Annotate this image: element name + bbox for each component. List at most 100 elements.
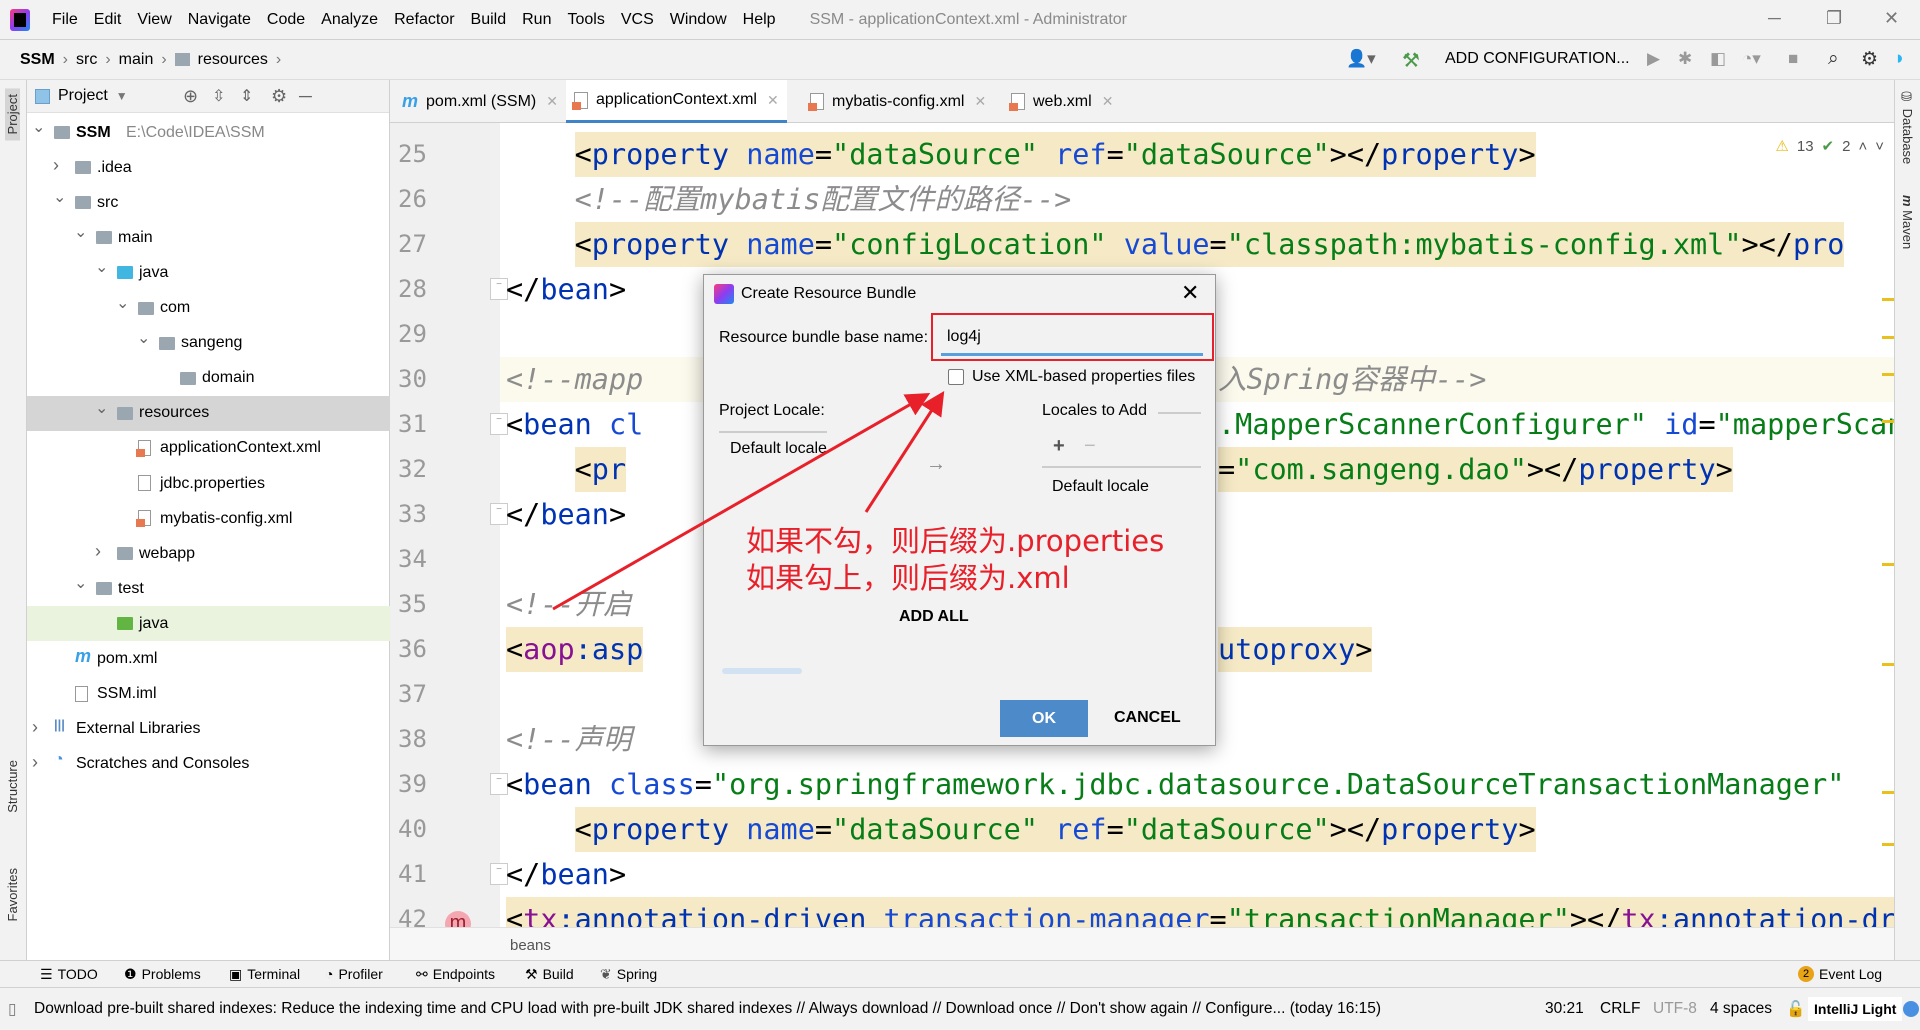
tree-item[interactable]: java [27, 606, 390, 642]
tree-item[interactable]: ⌄ src [27, 185, 390, 220]
tree-item[interactable]: › .idea [27, 150, 390, 185]
chevron-down-icon[interactable]: ⌄ [53, 187, 66, 207]
tree-item[interactable]: mybatis-config.xml [27, 501, 390, 536]
structure-tool-button[interactable]: Structure [5, 760, 20, 813]
menu-file[interactable]: File [44, 11, 86, 29]
tree-item[interactable]: ⌄ com [27, 291, 390, 326]
status-message[interactable]: Download pre-built shared indexes: Reduc… [34, 1000, 1381, 1018]
tab-applicationcontext-xml[interactable]: applicationContext.xml ✕ [566, 80, 787, 123]
chevron-right-icon[interactable]: › [32, 717, 38, 738]
notification-icon[interactable]: ▯ [8, 1000, 17, 1019]
chevron-right-icon[interactable]: › [95, 541, 101, 562]
next-highlight-icon[interactable]: ˅ [1875, 138, 1884, 155]
tree-item[interactable]: ⌄ test [27, 571, 390, 606]
breadcrumb-main[interactable]: main [119, 51, 154, 69]
chevron-down-icon[interactable]: ⌄ [116, 293, 129, 313]
file-encoding[interactable]: UTF-8 [1653, 1000, 1697, 1018]
error-stripe-mark[interactable] [1882, 373, 1894, 376]
event-log-button[interactable]: 2 Event Log [1798, 966, 1882, 982]
xml-properties-label[interactable]: Use XML-based properties files [972, 368, 1195, 386]
cancel-button[interactable]: CANCEL [1114, 709, 1181, 727]
profiler-tool-button[interactable]: ◔ Profiler [325, 966, 383, 982]
menu-window[interactable]: Window [662, 11, 735, 29]
close-tab-icon[interactable]: ✕ [974, 93, 986, 110]
restore-icon[interactable]: ❐ [1826, 8, 1842, 29]
locate-icon[interactable]: ⊕ [183, 86, 198, 107]
close-tab-icon[interactable]: ✕ [546, 93, 558, 110]
lock-icon[interactable]: 🔓 [1786, 1000, 1805, 1019]
add-all-button[interactable]: ADD ALL [899, 608, 969, 626]
error-stripe-mark[interactable] [1882, 336, 1894, 339]
error-stripe-mark[interactable] [1882, 843, 1894, 846]
line-separator[interactable]: CRLF [1600, 1000, 1640, 1018]
menu-navigate[interactable]: Navigate [180, 11, 259, 29]
collapse-all-icon[interactable]: ⇕ [240, 86, 253, 106]
coverage-icon[interactable]: ◧ [1710, 49, 1726, 69]
ok-button[interactable]: OK [1000, 700, 1088, 737]
theme-indicator[interactable]: IntelliJ Light [1808, 997, 1903, 1021]
chevron-right-icon[interactable]: › [32, 752, 38, 773]
tree-item[interactable]: jdbc.properties [27, 466, 390, 501]
chevron-down-icon[interactable]: ⌄ [74, 573, 87, 593]
gear-icon[interactable]: ⚙ [1861, 48, 1878, 71]
tree-item[interactable]: ⌄ main [27, 220, 390, 255]
tree-item[interactable]: › webapp [27, 536, 390, 571]
expand-all-icon[interactable]: ⇳ [212, 86, 225, 106]
tree-item[interactable]: › ||| External Libraries [27, 712, 390, 747]
project-view-selector[interactable]: Project [58, 87, 108, 105]
todo-tool-button[interactable]: ☰ TODO [40, 966, 98, 983]
add-locale-icon[interactable]: + [1053, 435, 1065, 458]
tab-mybatis-config-xml[interactable]: mybatis-config.xml ✕ [802, 80, 994, 123]
hide-panel-icon[interactable]: ─ [299, 86, 312, 107]
xml-properties-checkbox[interactable] [948, 369, 964, 385]
plugin-logo-icon[interactable]: ◗ [1894, 48, 1905, 70]
menu-refactor[interactable]: Refactor [386, 11, 462, 29]
debug-icon[interactable]: ✱ [1678, 49, 1692, 69]
chevron-down-icon[interactable]: ⌄ [32, 117, 45, 137]
account-icon[interactable]: 👤▾ [1346, 49, 1376, 69]
remove-locale-icon[interactable]: − [1084, 435, 1096, 458]
close-dialog-icon[interactable]: ✕ [1181, 280, 1199, 306]
chevron-down-icon[interactable]: ⌄ [95, 398, 108, 418]
chevron-down-icon[interactable]: ▼ [116, 89, 128, 103]
tree-item[interactable]: ⌄ SSM E:\Code\IDEA\SSM [27, 115, 390, 150]
error-stripe-mark[interactable] [1882, 663, 1894, 666]
caret-position[interactable]: 30:21 [1545, 1000, 1584, 1018]
breadcrumb-ssm[interactable]: SSM [20, 51, 55, 69]
build-tool-button[interactable]: ⚒ Build [525, 966, 574, 983]
problems-tool-button[interactable]: ❶ Problems [124, 966, 201, 983]
tree-item[interactable]: ⌄ java [27, 255, 390, 290]
menu-view[interactable]: View [129, 11, 179, 29]
tree-item[interactable]: SSM.iml [27, 677, 390, 712]
error-stripe-mark[interactable] [1882, 563, 1894, 566]
endpoints-tool-button[interactable]: ⚯ Endpoints [416, 966, 495, 983]
chevron-down-icon[interactable]: ⌄ [95, 257, 108, 277]
tree-item[interactable]: ⌄ resources [27, 395, 390, 431]
tree-item[interactable]: ⌄ sangeng [27, 326, 390, 361]
terminal-tool-button[interactable]: ▣ Terminal [229, 966, 300, 983]
chevron-right-icon[interactable]: › [53, 155, 59, 176]
database-tool-button[interactable]: ⛁ Database [1900, 90, 1915, 164]
gear-icon[interactable]: ⚙ [271, 86, 287, 107]
run-icon[interactable]: ▶ [1647, 49, 1660, 69]
previous-highlight-icon[interactable]: ˄ [1858, 138, 1867, 155]
maven-tool-button[interactable]: m Maven [1900, 195, 1915, 249]
tree-item[interactable]: domain [27, 361, 390, 396]
project-tool-button[interactable]: Project [5, 88, 20, 141]
chevron-down-icon[interactable]: ⌄ [74, 222, 87, 242]
error-stripe-mark[interactable] [1882, 420, 1894, 423]
line-number[interactable]: 30 [398, 357, 438, 402]
favorites-tool-button[interactable]: Favorites [5, 868, 20, 921]
close-tab-icon[interactable]: ✕ [1102, 93, 1114, 110]
close-window-icon[interactable]: ✕ [1884, 8, 1899, 29]
breadcrumb-beans[interactable]: beans [510, 937, 551, 954]
tree-item[interactable]: applicationContext.xml [27, 431, 390, 466]
move-arrow-icon[interactable]: → [926, 453, 946, 476]
error-stripe-mark[interactable] [1882, 298, 1894, 301]
tab-web-xml[interactable]: web.xml ✕ [1003, 80, 1121, 123]
menu-edit[interactable]: Edit [86, 11, 130, 29]
menu-build[interactable]: Build [463, 11, 515, 29]
project-locale-item[interactable]: Default locale [730, 440, 827, 458]
error-stripe-mark[interactable] [1882, 791, 1894, 794]
minimize-icon[interactable]: ─ [1768, 8, 1781, 29]
